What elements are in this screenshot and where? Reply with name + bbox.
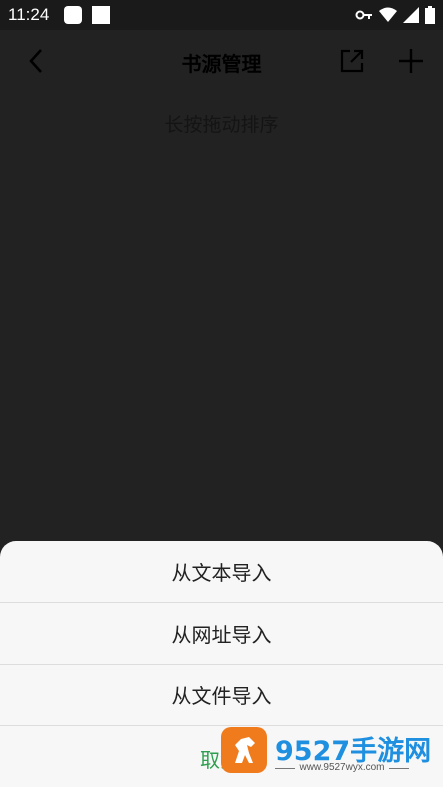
notification-icon <box>64 6 82 24</box>
toolbar: 书源管理 <box>0 30 443 92</box>
battery-icon <box>425 6 435 24</box>
horse-logo-icon <box>221 727 267 773</box>
status-bar: 11:24 <box>0 0 443 30</box>
drag-sort-hint: 长按拖动排序 <box>164 114 279 136</box>
plus-icon <box>399 49 423 73</box>
add-button[interactable] <box>393 43 429 79</box>
export-button[interactable] <box>334 43 370 79</box>
status-icons <box>355 6 435 24</box>
import-from-text[interactable]: 从文本导入 <box>0 541 443 603</box>
external-link-icon <box>340 49 364 73</box>
wifi-icon <box>379 7 397 22</box>
watermark-divider-right <box>389 768 409 769</box>
vpn-key-icon <box>355 10 372 20</box>
import-from-file[interactable]: 从文件导入 <box>0 664 443 726</box>
status-time: 11:24 <box>8 5 50 24</box>
cellular-signal-icon <box>403 7 419 23</box>
import-from-url[interactable]: 从网址导入 <box>0 603 443 665</box>
watermark: 9527手游网 www.9527wyx.com <box>221 727 443 787</box>
page-title: 书源管理 <box>181 52 262 76</box>
notification-icon-2 <box>92 6 110 24</box>
